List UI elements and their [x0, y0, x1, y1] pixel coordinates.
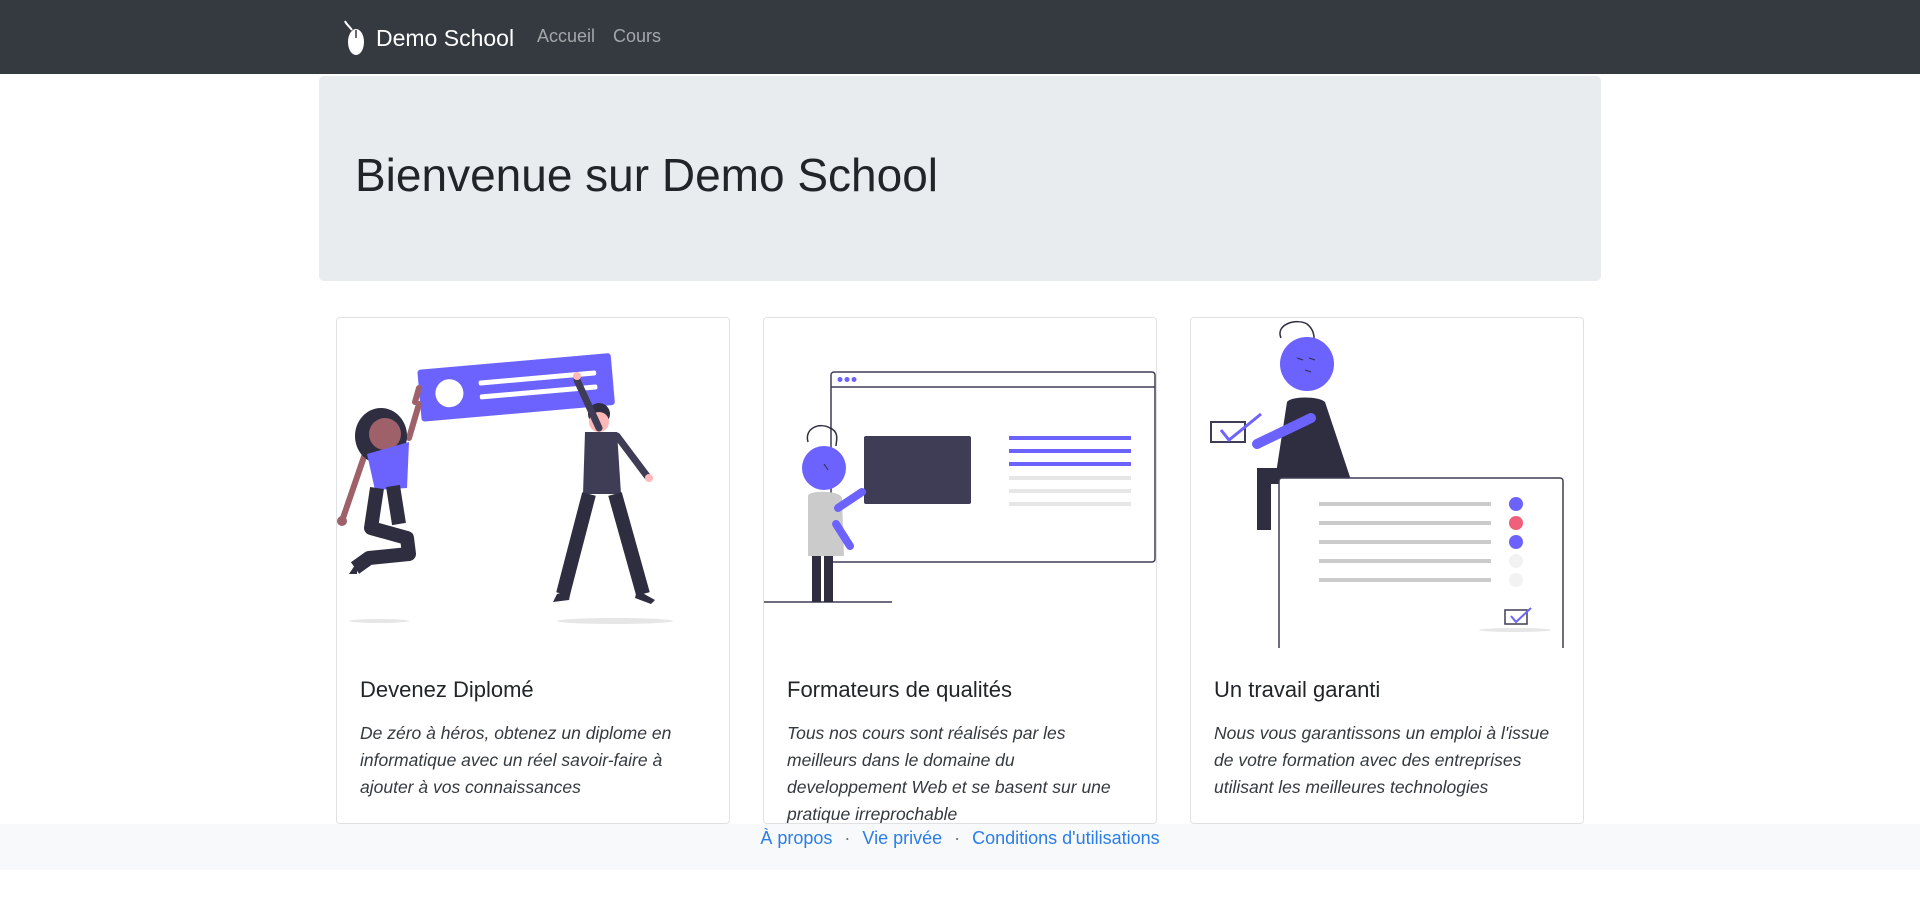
hero-banner: Bienvenue sur Demo School	[319, 76, 1601, 281]
card-diploma: Devenez Diplomé De zéro à héros, obtenez…	[336, 317, 730, 824]
footer: À propos · Vie privée · Conditions d'utilisa…	[0, 824, 1920, 870]
brand-link[interactable]: Demo School	[342, 18, 514, 58]
card-job: Un travail garanti Nous vous garantisson…	[1190, 317, 1584, 824]
footer-separator: ·	[844, 828, 851, 848]
nav-link-cours[interactable]: Cours	[613, 26, 661, 47]
card-trainers: Formateurs de qualités Tous nos cours so…	[763, 317, 1157, 824]
card-title: Devenez Diplomé	[360, 677, 534, 702]
brand-name: Demo School	[376, 24, 515, 51]
footer-link-privacy[interactable]: Vie privée	[862, 828, 942, 848]
teacher-illustration	[764, 371, 1156, 603]
card-text: Nous vous garantissons un emploi à l'iss…	[1214, 723, 1550, 797]
page-title: Bienvenue sur Demo School	[355, 149, 938, 201]
card-text: Tous nos cours sont réalisés par les mei…	[787, 723, 1111, 824]
nav-link-accueil[interactable]: Accueil	[537, 26, 595, 47]
navbar: Demo School Accueil Cours	[0, 0, 1920, 74]
footer-separator: ·	[954, 828, 961, 848]
graduation-illustration	[337, 353, 673, 624]
card-title: Un travail garanti	[1214, 677, 1381, 702]
card-title: Formateurs de qualités	[787, 677, 1012, 702]
nav-links: Accueil Cours	[537, 26, 679, 47]
mouse-logo-icon	[344, 20, 364, 55]
job-illustration	[1210, 320, 1564, 648]
footer-link-about[interactable]: À propos	[760, 828, 832, 848]
footer-link-terms[interactable]: Conditions d'utilisations	[972, 828, 1160, 848]
card-text: De zéro à héros, obtenez un diplome en i…	[360, 723, 672, 797]
